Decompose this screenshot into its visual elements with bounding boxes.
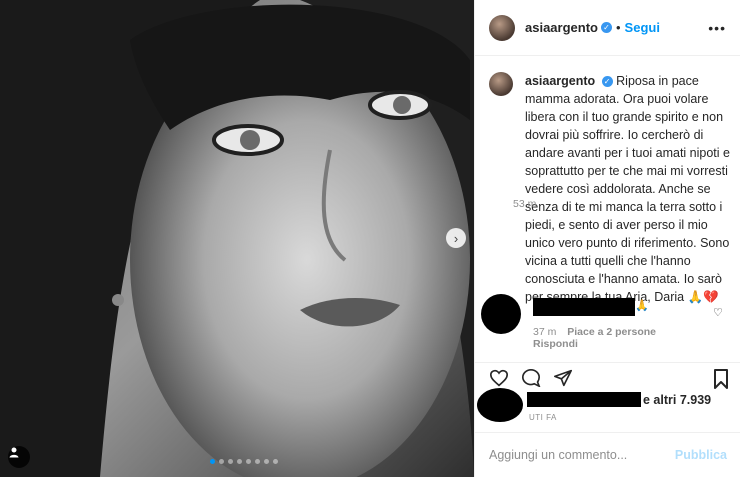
comment-input[interactable]: Aggiungi un commento... xyxy=(489,448,675,462)
post-side-panel: asiaargento ✓ • Segui ••• asiaargento ✓ … xyxy=(474,0,740,477)
author-avatar[interactable] xyxy=(489,14,515,41)
caption-verified-badge-icon: ✓ xyxy=(601,76,613,87)
carousel-dot xyxy=(273,459,278,464)
caption-text: Riposa in pace mamma adorata. Ora puoi v… xyxy=(525,74,730,304)
carousel-dot xyxy=(264,459,269,464)
tagged-users-button[interactable] xyxy=(8,446,30,468)
comment-reply-button[interactable]: Rispondi xyxy=(533,338,578,350)
comment-time: 37 m xyxy=(533,326,557,338)
header-separator: • xyxy=(615,20,621,35)
publish-button[interactable]: Pubblica xyxy=(675,448,727,462)
verified-badge-icon: ✓ xyxy=(600,22,612,33)
likes-avatar-redacted[interactable] xyxy=(477,388,523,422)
comment-likes[interactable]: Piace a 2 persone xyxy=(567,326,656,338)
comment-text-redacted xyxy=(533,298,635,316)
caption-time: 53 m xyxy=(513,198,537,210)
follow-button[interactable]: Segui xyxy=(625,20,660,35)
more-horizontal-icon[interactable]: ••• xyxy=(708,20,726,36)
caption-avatar[interactable] xyxy=(489,72,513,96)
carousel-indicator xyxy=(210,459,278,464)
share-paper-plane-icon[interactable] xyxy=(553,369,573,387)
carousel-dot xyxy=(219,459,224,464)
user-icon xyxy=(9,447,19,458)
post-modal: › asiaargento ✓ • Segui ••• asiaargento … xyxy=(0,0,740,477)
add-comment-bar: Aggiungi un commento... Pubblica xyxy=(475,432,740,477)
post-actions xyxy=(475,362,740,389)
comment-meta: 37 m Piace a 2 persone xyxy=(533,326,656,338)
comment-like-heart-icon[interactable]: ♡ xyxy=(713,306,723,319)
carousel-dot xyxy=(237,459,242,464)
author-username[interactable]: asiaargento xyxy=(525,20,598,35)
likes-name-redacted xyxy=(527,392,641,407)
carousel-dot xyxy=(210,459,215,464)
post-header: asiaargento ✓ • Segui ••• xyxy=(475,0,740,56)
post-caption: asiaargento ✓ Riposa in pace mamma adora… xyxy=(489,72,735,306)
carousel-dot xyxy=(228,459,233,464)
carousel-dot xyxy=(246,459,251,464)
like-heart-icon[interactable] xyxy=(489,369,509,387)
save-bookmark-icon[interactable] xyxy=(713,369,729,389)
comment-avatar-redacted[interactable] xyxy=(481,294,521,334)
comment-bubble-icon[interactable] xyxy=(521,369,541,387)
likes-count[interactable]: e altri 7.939 xyxy=(643,393,711,407)
carousel-dot xyxy=(255,459,260,464)
portrait-image xyxy=(0,0,474,477)
caption-body: asiaargento ✓ Riposa in pace mamma adora… xyxy=(525,72,735,306)
chevron-right-icon: › xyxy=(453,230,459,246)
carousel-next-button[interactable]: › xyxy=(446,228,466,248)
comment-emoji: 🙏 xyxy=(635,300,649,312)
post-age: UTI FA xyxy=(529,413,557,422)
caption-username[interactable]: asiaargento xyxy=(525,74,595,88)
post-photo[interactable]: › xyxy=(0,0,474,477)
